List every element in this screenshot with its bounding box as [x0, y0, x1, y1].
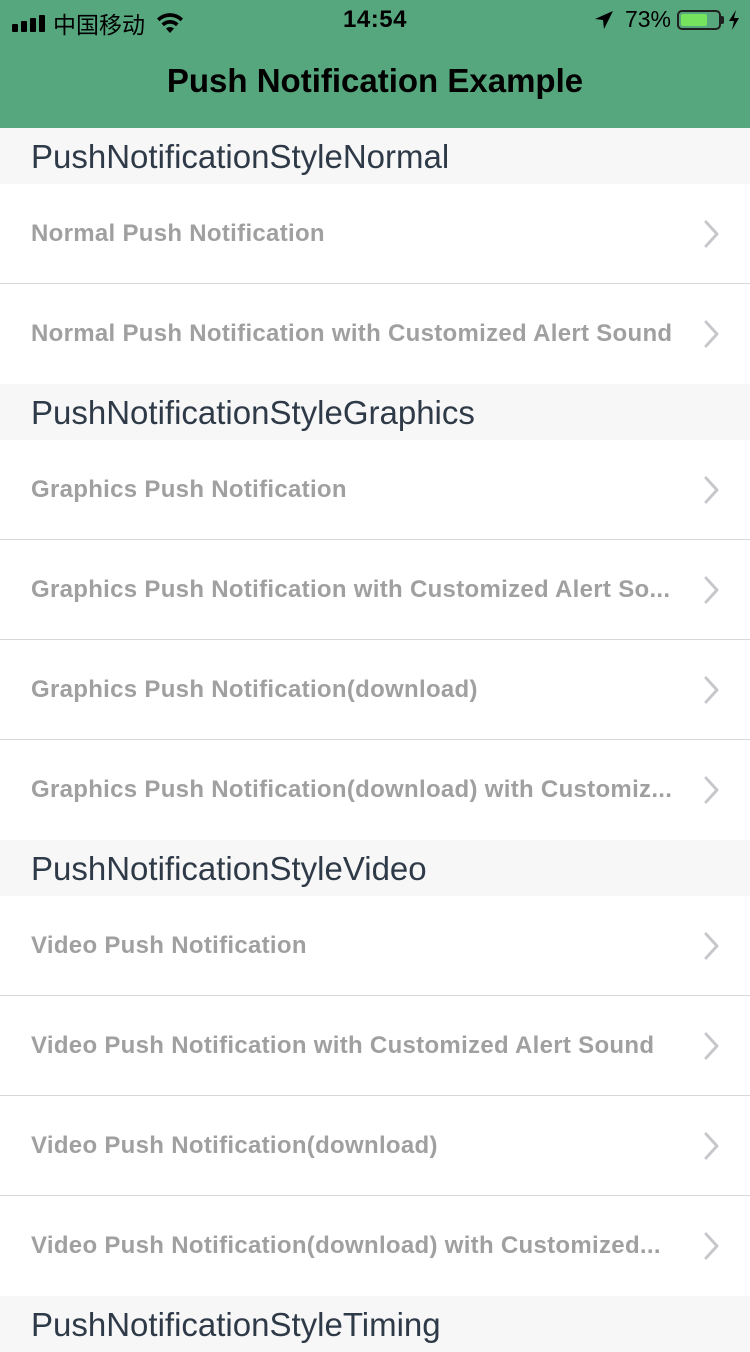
chevron-right-icon — [704, 476, 719, 504]
chevron-right-icon — [704, 676, 719, 704]
list-item[interactable]: Graphics Push Notification(download) wit… — [0, 740, 750, 840]
section-title: PushNotificationStyleGraphics — [31, 394, 475, 431]
chevron-right-icon — [704, 932, 719, 960]
chevron-right-icon — [704, 776, 719, 804]
section-title: PushNotificationStyleTiming — [31, 1306, 441, 1343]
chevron-right-icon — [704, 220, 719, 248]
status-bar: 中国移动 14:54 73% — [0, 0, 750, 40]
section-header: PushNotificationStyleNormal — [0, 128, 750, 184]
section-header: PushNotificationStyleGraphics — [0, 384, 750, 440]
list-item-label: Video Push Notification(download) — [31, 1132, 438, 1159]
list-item-label: Graphics Push Notification(download) wit… — [31, 776, 673, 803]
battery-percent: 73% — [624, 6, 671, 32]
chevron-right-icon — [704, 1132, 719, 1160]
list-item[interactable]: Graphics Push Notification with Customiz… — [0, 540, 750, 640]
list-item-label: Video Push Notification — [31, 932, 307, 959]
section-header: PushNotificationStyleVideo — [0, 840, 750, 896]
status-bar-right: 73% — [593, 6, 740, 33]
chevron-right-icon — [704, 576, 719, 604]
list-item[interactable]: Video Push Notification(download) with C… — [0, 1196, 750, 1296]
chevron-right-icon — [704, 1232, 719, 1260]
list-item[interactable]: Normal Push Notification — [0, 184, 750, 284]
list-item[interactable]: Graphics Push Notification — [0, 440, 750, 540]
navigation-bar: 中国移动 14:54 73% Push Notification Example — [0, 0, 750, 128]
list-item-label: Video Push Notification with Customized … — [31, 1032, 655, 1059]
battery-icon — [677, 9, 721, 30]
section-title: PushNotificationStyleNormal — [31, 138, 450, 175]
list-item[interactable]: Video Push Notification(download) — [0, 1096, 750, 1196]
section-header: PushNotificationStyleTiming — [0, 1296, 750, 1352]
list-item[interactable]: Video Push Notification — [0, 896, 750, 996]
list-item-label: Graphics Push Notification(download) — [31, 676, 478, 703]
list-item[interactable]: Normal Push Notification with Customized… — [0, 284, 750, 384]
list-item[interactable]: Video Push Notification with Customized … — [0, 996, 750, 1096]
battery-cap — [721, 15, 724, 24]
page-title: Push Notification Example — [166, 62, 584, 99]
chevron-right-icon — [704, 320, 719, 348]
list-item-label: Video Push Notification(download) with C… — [31, 1232, 661, 1259]
list-item-label: Normal Push Notification with Customized… — [31, 320, 673, 347]
battery-level-fill — [681, 13, 707, 26]
location-arrow-icon — [594, 10, 613, 29]
list-item[interactable]: Graphics Push Notification(download) — [0, 640, 750, 740]
notification-list: PushNotificationStyleNormal Normal Push N… — [0, 128, 750, 1352]
list-item-label: Normal Push Notification — [31, 220, 325, 247]
list-item-label: Graphics Push Notification — [31, 476, 347, 503]
charging-bolt-icon — [729, 9, 739, 30]
section-title: PushNotificationStyleVideo — [31, 850, 427, 887]
chevron-right-icon — [704, 1032, 719, 1060]
list-item-label: Graphics Push Notification with Customiz… — [31, 576, 671, 603]
